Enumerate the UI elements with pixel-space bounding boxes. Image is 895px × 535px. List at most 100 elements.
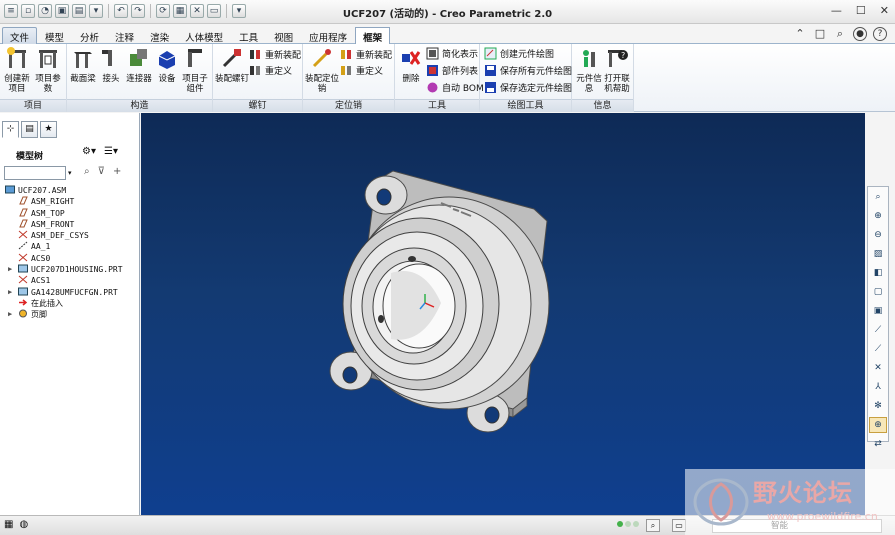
group-label-drawing-tools: 绘图工具 bbox=[480, 99, 571, 112]
tree-item[interactable]: AA_1 bbox=[2, 241, 138, 252]
status-dot-icon bbox=[617, 521, 623, 527]
filter-icon[interactable]: ⊽ bbox=[98, 166, 105, 177]
project-subasm-button[interactable]: 项目子组件 bbox=[181, 46, 209, 94]
connector-button[interactable]: 接头 bbox=[97, 46, 125, 84]
equipment-icon bbox=[158, 51, 176, 69]
reassemble-screw-button[interactable]: 重新装配 bbox=[249, 47, 301, 62]
tree-item[interactable]: ASM_DEF_CSYS bbox=[2, 230, 138, 241]
title-bar: ≡ ▫ ◔ ▣ ▤ ▾ ↶ ↷ ⟳ ▦ ✕ ▭ ▾ UCF207 (活动的) -… bbox=[0, 0, 895, 24]
minimize-ribbon-icon[interactable]: ⌃ bbox=[793, 27, 807, 41]
save-selected-drawings-button[interactable]: 保存选定元件绘图 bbox=[484, 80, 572, 95]
tree-item[interactable]: ACS1 bbox=[2, 275, 138, 286]
save-all-drawings-button[interactable]: 保存所有元件绘图 bbox=[484, 63, 572, 78]
select-box-icon[interactable]: ▭ bbox=[672, 519, 686, 532]
model-tree-title: 模型树 bbox=[16, 152, 44, 162]
create-frame-icon bbox=[7, 47, 26, 68]
tree-item[interactable]: UCF207.ASM bbox=[2, 185, 138, 196]
place-screw-button[interactable]: 装配螺钉 bbox=[215, 46, 249, 84]
tree-filter-toolbar: ⌕ ⊽ + bbox=[84, 166, 121, 177]
save-drawings-icon bbox=[485, 65, 496, 76]
add-column-icon[interactable]: + bbox=[113, 166, 121, 177]
forum-watermark: 野火论坛 www.proewildfire.cn bbox=[685, 469, 895, 535]
tree-item[interactable]: ▶ 页脚 bbox=[2, 309, 138, 320]
subassembly-icon bbox=[188, 49, 202, 67]
reassemble-pin-button[interactable]: 重新装配 bbox=[340, 47, 392, 62]
find-model-icon[interactable]: ⌕ bbox=[646, 519, 660, 532]
tree-item[interactable]: ASM_TOP bbox=[2, 208, 138, 219]
auto-bom-button[interactable]: 自动 BOM bbox=[426, 80, 484, 95]
redefine-screw-button[interactable]: 重定义 bbox=[249, 63, 292, 78]
find-icon[interactable]: ⌕ bbox=[84, 166, 90, 177]
group-label-project[interactable]: 项目 bbox=[0, 99, 66, 112]
display-style-icon[interactable]: ◧ bbox=[869, 265, 887, 281]
model-tree-toolbar: ⚙▾ ☰▾ bbox=[82, 146, 118, 157]
saved-orientations-icon[interactable]: ▢ bbox=[869, 284, 887, 300]
navigator-tabs: ⊹ ▤ ★ bbox=[2, 121, 57, 138]
component-info-button[interactable]: 元件信息 bbox=[575, 46, 603, 94]
view-manager-icon[interactable]: ▣ bbox=[869, 303, 887, 319]
tree-item[interactable]: ASM_RIGHT bbox=[2, 196, 138, 207]
expand-arrow-icon[interactable]: ▶ bbox=[8, 287, 12, 298]
navigator-panel: ⊹ ▤ ★ 模型树 ⚙▾ ☰▾ ▾ ⌕ ⊽ + UCF207.ASM ASM_RI… bbox=[0, 113, 140, 515]
tree-item[interactable]: ACS0 bbox=[2, 253, 138, 264]
search-dropdown-icon[interactable]: ▾ bbox=[68, 169, 72, 177]
simplify-button[interactable]: 简化表示 bbox=[426, 46, 478, 61]
annotation-toggle-icon[interactable]: ⇄ bbox=[869, 436, 887, 452]
create-drawing-button[interactable]: 创建元件绘图 bbox=[484, 46, 554, 61]
plane-display-icon[interactable]: ⟋ bbox=[869, 322, 887, 338]
connect-button[interactable]: 连接器 bbox=[125, 46, 153, 84]
tree-columns-icon[interactable]: ☰▾ bbox=[104, 146, 118, 157]
expand-icon[interactable]: □ bbox=[813, 27, 827, 41]
graphics-viewport[interactable] bbox=[141, 113, 865, 515]
tree-item[interactable]: ▶ GA1428UMFUCFGN.PRT bbox=[2, 287, 138, 298]
delete-button[interactable]: 删除 bbox=[397, 46, 425, 84]
favorites-tab-icon[interactable]: ★ bbox=[40, 121, 57, 138]
refit-icon[interactable]: ⌕ bbox=[869, 189, 887, 205]
tree-item[interactable]: ▶ UCF207D1HOUSING.PRT bbox=[2, 264, 138, 275]
parts-list-button[interactable]: 部件列表 bbox=[426, 63, 478, 78]
point-display-icon[interactable]: ✕ bbox=[869, 360, 887, 376]
help-icon[interactable]: ? bbox=[873, 27, 887, 41]
section-beam-button[interactable]: 截面梁 bbox=[69, 46, 97, 84]
community-icon[interactable]: ● bbox=[853, 27, 867, 41]
browser-icon[interactable]: ◍ bbox=[19, 519, 28, 530]
place-pin-button[interactable]: 装配定位销 bbox=[305, 46, 339, 94]
joint-icon bbox=[102, 50, 112, 66]
menu-right-buttons: ⌃ □ ⌕ ● ? bbox=[793, 27, 887, 41]
annotation-display-icon[interactable]: ✻ bbox=[869, 398, 887, 414]
maximize-icon[interactable]: ☐ bbox=[856, 4, 866, 17]
footer-icon bbox=[18, 309, 31, 319]
tree-item[interactable]: ASM_FRONT bbox=[2, 219, 138, 230]
repaint-icon[interactable]: ▨ bbox=[869, 246, 887, 262]
view-toolbar: ⌕ ⊕ ⊖ ▨ ◧ ▢ ▣ ⟋ ⟋ ✕ ⅄ ✻ ⊕ ⇄ bbox=[867, 186, 889, 449]
search-icon[interactable]: ⌕ bbox=[833, 27, 847, 41]
ribbon-group-info: 元件信息 ? 打开联机帮助 信息 bbox=[572, 44, 634, 112]
ribbon-group-screw: 装配螺钉 重新装配 重定义 螺钉 bbox=[213, 44, 303, 112]
forum-logo-icon bbox=[693, 478, 749, 526]
axis-display-icon[interactable]: ⟋ bbox=[869, 341, 887, 357]
close-icon[interactable]: ✕ bbox=[880, 4, 889, 17]
connector-icon bbox=[130, 49, 147, 66]
open-help-button[interactable]: ? 打开联机帮助 bbox=[603, 46, 631, 94]
axis-icon bbox=[18, 242, 31, 251]
zoom-in-icon[interactable]: ⊕ bbox=[869, 208, 887, 224]
project-params-button[interactable]: 项目参数 bbox=[34, 46, 62, 94]
expand-arrow-icon[interactable]: ▶ bbox=[8, 309, 12, 320]
tree-item-label: 页脚 bbox=[31, 310, 47, 320]
group-label-screw: 螺钉 bbox=[213, 99, 302, 112]
redefine-pin-button[interactable]: 重定义 bbox=[340, 63, 383, 78]
model-tree-tab-icon[interactable]: ⊹ bbox=[2, 121, 19, 138]
minimize-icon[interactable]: — bbox=[831, 4, 842, 17]
group-label-info[interactable]: 信息 bbox=[572, 99, 633, 112]
expand-arrow-icon[interactable]: ▶ bbox=[8, 264, 12, 275]
folder-browser-tab-icon[interactable]: ▤ bbox=[21, 121, 38, 138]
csys-display-icon[interactable]: ⅄ bbox=[869, 379, 887, 395]
tree-settings-icon[interactable]: ⚙▾ bbox=[82, 146, 96, 157]
tree-item[interactable]: 在此插入 bbox=[2, 298, 138, 309]
spin-center-icon[interactable]: ⊕ bbox=[869, 417, 887, 433]
show-navigator-icon[interactable]: ▦ bbox=[4, 519, 13, 530]
zoom-out-icon[interactable]: ⊖ bbox=[869, 227, 887, 243]
create-project-button[interactable]: 创建新项目 bbox=[3, 46, 31, 94]
equipment-button[interactable]: 设备 bbox=[153, 46, 181, 84]
tree-search-input[interactable] bbox=[4, 166, 66, 180]
